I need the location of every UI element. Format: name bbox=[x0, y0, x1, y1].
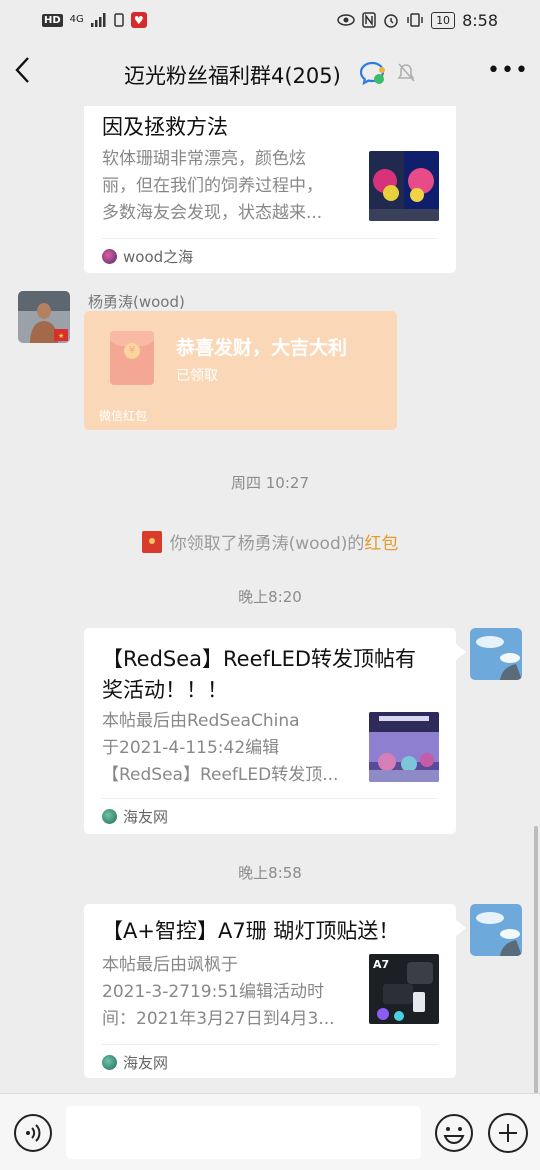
card-title: 【RedSea】ReefLED转发顶帖有 奖活动！！！ bbox=[102, 644, 416, 706]
alarm-icon bbox=[384, 14, 398, 28]
card-desc-line: 本帖最后由RedSeaChina bbox=[102, 711, 300, 731]
source-name: wood之海 bbox=[123, 248, 194, 266]
card-source: 海友网 bbox=[102, 1052, 168, 1073]
card-source: wood之海 bbox=[102, 246, 193, 267]
sim-icon bbox=[114, 13, 124, 27]
vibrate-icon bbox=[407, 13, 423, 27]
card-divider bbox=[102, 798, 438, 799]
status-bar: HD 4G ♥ 10 8:58 bbox=[0, 0, 540, 40]
card-desc-line: 多数海友会发现，状态越来... bbox=[102, 203, 323, 223]
timestamp: 晚上8:58 bbox=[238, 864, 302, 882]
system-message-text: 你领取了杨勇涛(wood)的 bbox=[169, 534, 365, 554]
card-title: 因及拯救方法 bbox=[102, 115, 228, 139]
battery-indicator: 10 bbox=[431, 11, 456, 29]
back-button[interactable] bbox=[14, 56, 44, 90]
nfc-icon bbox=[362, 12, 376, 28]
message-list[interactable]: 因及拯救方法 软体珊瑚非常漂亮，颜色炫 丽，但在我们的饲养过程中， 多数海友会发… bbox=[0, 106, 540, 1093]
source-name: 海友网 bbox=[123, 1054, 169, 1072]
chevron-left-icon bbox=[15, 57, 29, 83]
more-button[interactable]: ••• bbox=[487, 58, 529, 83]
timestamp: 周四 10:27 bbox=[231, 474, 309, 492]
red-packet-small-icon bbox=[141, 530, 162, 553]
scrollbar[interactable] bbox=[534, 826, 538, 1093]
red-packet-status: 已领取 bbox=[176, 368, 218, 384]
signal-icon bbox=[90, 13, 106, 27]
avatar-yang[interactable]: ★ bbox=[18, 291, 70, 343]
sender-name: 杨勇涛(wood) bbox=[88, 293, 185, 311]
link-card-1[interactable]: 因及拯救方法 软体珊瑚非常漂亮，颜色炫 丽，但在我们的饲养过程中， 多数海友会发… bbox=[84, 106, 456, 273]
status-right: 10 8:58 bbox=[337, 11, 498, 30]
card-desc-line: 间：2021年3月27日到4月3... bbox=[102, 1009, 335, 1029]
card-desc-line: 【RedSea】ReefLED转发顶... bbox=[102, 765, 339, 785]
card-thumbnail bbox=[369, 712, 439, 782]
app-notification-icon: ♥ bbox=[130, 12, 147, 28]
card-description: 软体珊瑚非常漂亮，颜色炫 丽，但在我们的饲养过程中， 多数海友会发现，状态越来.… bbox=[102, 146, 352, 227]
chat-header: 迈光粉丝福利群4(205) ••• bbox=[0, 40, 540, 106]
status-time: 8:58 bbox=[462, 10, 498, 30]
status-left: HD 4G ♥ bbox=[42, 12, 147, 28]
card-divider bbox=[102, 1044, 438, 1045]
red-packet-message[interactable]: ¥ 恭喜发财，大吉大利 已领取 微信红包 bbox=[84, 311, 397, 430]
card-description: 本帖最后由RedSeaChina 于2021-4-115:42编辑 【RedSe… bbox=[102, 708, 352, 789]
timestamp: 晚上8:20 bbox=[238, 588, 302, 606]
thumb-label: A7 bbox=[373, 958, 389, 971]
red-packet-icon: ¥ bbox=[110, 331, 154, 385]
network-label: 4G bbox=[69, 14, 84, 25]
my-avatar[interactable] bbox=[470, 904, 522, 956]
source-logo-icon bbox=[102, 1055, 117, 1070]
source-logo-icon bbox=[102, 809, 117, 824]
svg-text:★: ★ bbox=[58, 332, 64, 340]
card-source: 海友网 bbox=[102, 806, 168, 827]
input-bar bbox=[0, 1093, 540, 1170]
card-thumbnail: A7 bbox=[369, 954, 439, 1024]
link-card-2[interactable]: 【RedSea】ReefLED转发顶帖有 奖活动！！！ 本帖最后由RedSeaC… bbox=[84, 628, 456, 834]
voice-button[interactable] bbox=[14, 1114, 52, 1152]
card-desc-line: 2021-3-2719:51编辑活动时 bbox=[102, 982, 324, 1002]
card-title-line: 【RedSea】ReefLED转发顶帖有 bbox=[102, 647, 417, 671]
source-logo-icon bbox=[102, 249, 117, 264]
bubble-tail bbox=[456, 644, 466, 660]
chat-title: 迈光粉丝福利群4(205) bbox=[124, 64, 341, 88]
card-desc-line: 丽，但在我们的饲养过程中， bbox=[102, 176, 323, 196]
emoji-icon bbox=[435, 1114, 473, 1152]
voice-icon bbox=[26, 1124, 41, 1142]
card-title-line: 奖活动！！！ bbox=[102, 678, 228, 702]
card-desc-line: 于2021-4-115:42编辑 bbox=[102, 738, 280, 758]
emoji-button[interactable] bbox=[434, 1113, 474, 1153]
system-message: 你领取了杨勇涛(wood)的 红包 bbox=[0, 529, 540, 554]
card-desc-line: 本帖最后由飒枫于 bbox=[102, 955, 238, 975]
red-packet-link[interactable]: 红包 bbox=[364, 529, 398, 554]
card-desc-line: 软体珊瑚非常漂亮，颜色炫 bbox=[102, 149, 306, 169]
link-card-3[interactable]: 【A+智控】A7珊 瑚灯顶贴送！ 本帖最后由飒枫于 2021-3-2719:51… bbox=[84, 904, 456, 1078]
message-input[interactable] bbox=[66, 1106, 421, 1159]
hd-badge: HD bbox=[42, 13, 63, 27]
mute-bell-icon bbox=[397, 63, 415, 82]
source-name: 海友网 bbox=[123, 808, 169, 826]
card-description: 本帖最后由飒枫于 2021-3-2719:51编辑活动时 间：2021年3月27… bbox=[102, 952, 352, 1033]
red-packet-footer: 微信红包 bbox=[99, 409, 148, 423]
card-title: 【A+智控】A7珊 瑚灯顶贴送！ bbox=[102, 919, 400, 943]
my-avatar[interactable] bbox=[470, 628, 522, 680]
red-packet-greeting: 恭喜发财，大吉大利 bbox=[176, 337, 348, 359]
card-thumbnail bbox=[369, 151, 439, 221]
plus-button[interactable] bbox=[488, 1113, 528, 1153]
eye-icon bbox=[337, 14, 355, 26]
card-divider bbox=[102, 238, 438, 239]
enterprise-chat-icon bbox=[359, 61, 385, 86]
bubble-tail bbox=[456, 920, 466, 936]
